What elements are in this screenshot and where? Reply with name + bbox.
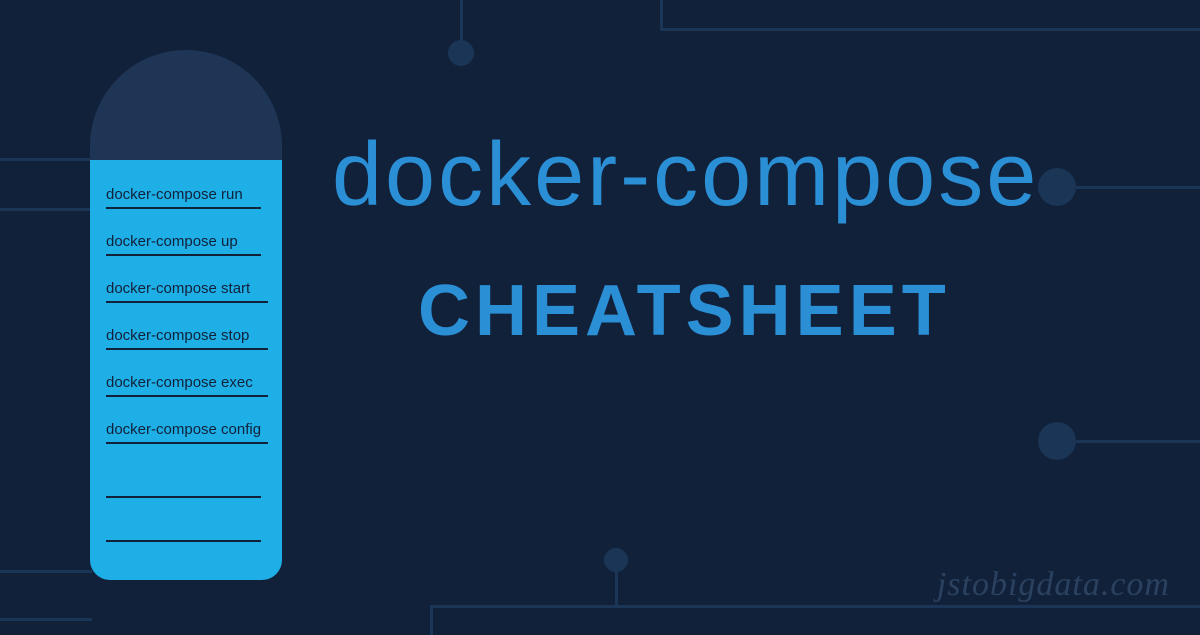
command-item: docker-compose start [106, 280, 268, 303]
notecard-cap [90, 50, 282, 160]
circuit-line [0, 158, 92, 161]
circuit-node [604, 548, 628, 572]
blank-line [106, 540, 261, 542]
circuit-line [660, 28, 1200, 31]
circuit-line [0, 570, 92, 573]
title-sub: CHEATSHEET [418, 270, 951, 352]
circuit-line [1060, 440, 1200, 443]
blank-line [106, 496, 261, 498]
command-item: docker-compose config [106, 421, 268, 444]
circuit-node [1038, 422, 1076, 460]
title-main: docker-compose [332, 124, 1039, 227]
notecard-body: docker-compose run docker-compose up doc… [90, 160, 282, 580]
command-notecard: docker-compose run docker-compose up doc… [90, 50, 282, 580]
command-item: docker-compose up [106, 233, 261, 256]
circuit-line [615, 568, 618, 608]
circuit-node [448, 40, 474, 66]
watermark: jstobigdata.com [937, 566, 1170, 604]
circuit-line [1060, 186, 1200, 189]
command-item: docker-compose run [106, 186, 261, 209]
circuit-line [430, 605, 1200, 608]
circuit-line [660, 0, 663, 30]
circuit-line [0, 208, 92, 211]
circuit-node [1038, 168, 1076, 206]
circuit-line [430, 605, 433, 635]
command-item: docker-compose stop [106, 327, 268, 350]
command-item: docker-compose exec [106, 374, 268, 397]
circuit-line [0, 618, 92, 621]
